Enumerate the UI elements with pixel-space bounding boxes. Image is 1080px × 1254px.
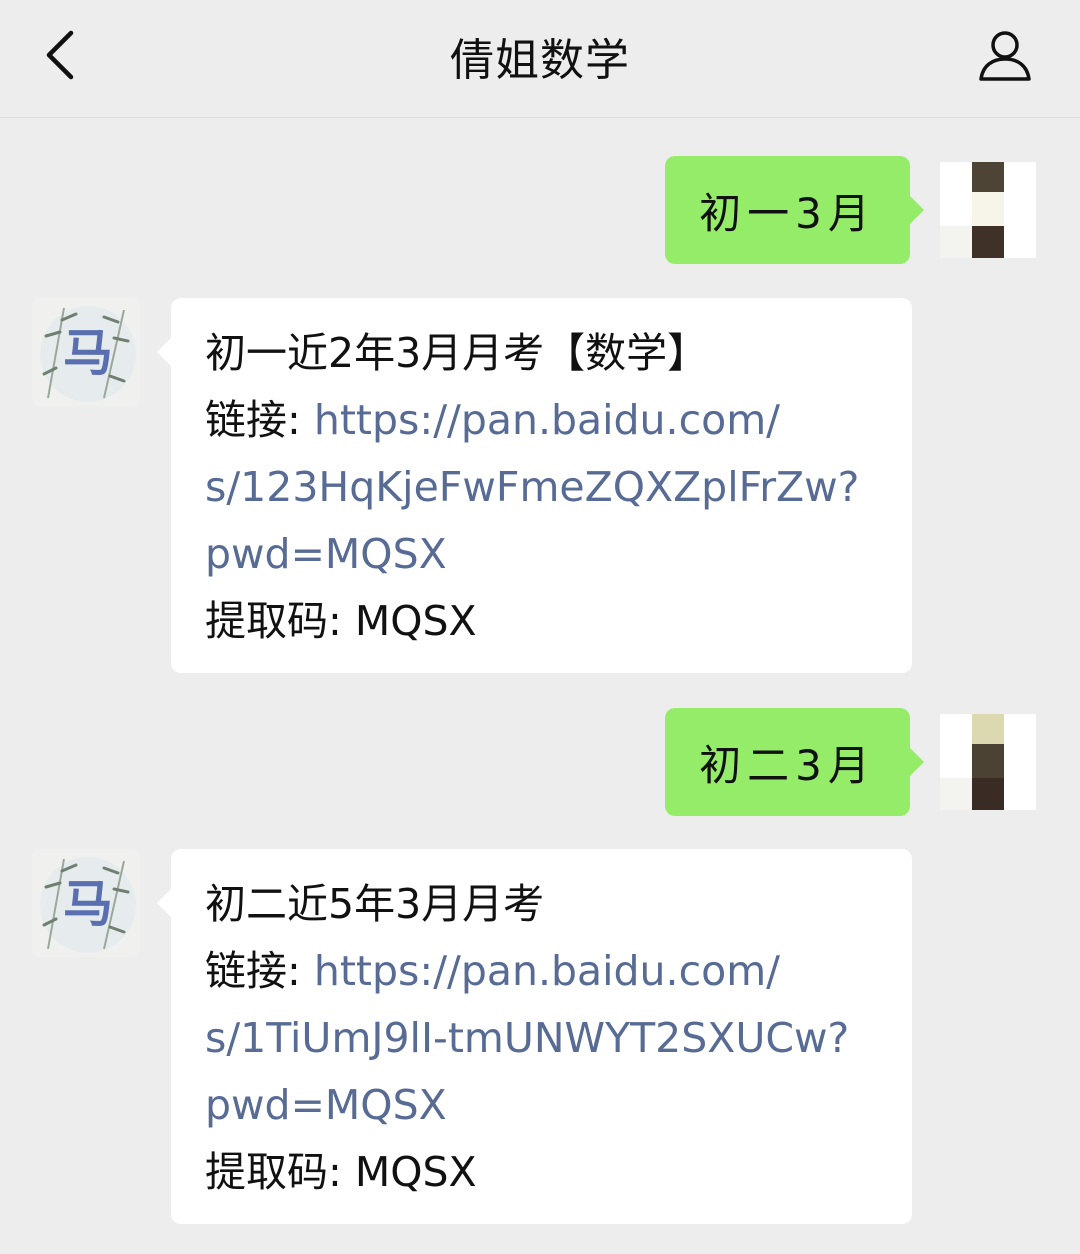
bamboo-avatar-image: 马 <box>32 849 140 957</box>
share-link-part[interactable]: pwd=MQSX <box>205 521 892 588</box>
avatar-glyph: 马 <box>63 874 113 933</box>
link-line: 链接: https://pan.baidu.com/ <box>205 387 892 454</box>
message-title: 初二近5年3月月考 <box>205 880 545 928</box>
share-link-part[interactable]: pwd=MQSX <box>205 1072 892 1139</box>
self-avatar[interactable] <box>940 714 1036 810</box>
message-title: 初一近2年3月月考【数学】 <box>205 329 709 377</box>
extraction-code: 提取码: MQSX <box>205 597 477 645</box>
chevron-left-icon <box>46 30 74 80</box>
share-link-part[interactable]: s/123HqKjeFwFmeZQXZplFrZw? <box>205 454 892 521</box>
top-bar: 倩姐数学 <box>0 0 1080 118</box>
bamboo-avatar-image: 马 <box>32 298 140 406</box>
received-message-bubble[interactable]: 初二近5年3月月考 链接: https://pan.baidu.com/ s/1… <box>157 849 912 1224</box>
back-button[interactable] <box>30 20 90 90</box>
self-avatar[interactable] <box>940 162 1036 258</box>
message-text: 初一3月 <box>699 188 876 238</box>
chat-screen: 倩姐数学 初一3月 马 初一近2年3月月考【数学】 链接: https://pa… <box>0 0 1080 1254</box>
avatar-glyph: 马 <box>63 323 113 382</box>
self-avatar-image <box>940 714 1036 810</box>
person-icon <box>979 31 1031 81</box>
sent-message-bubble[interactable]: 初二3月 <box>665 708 924 816</box>
contact-avatar[interactable]: 马 <box>32 849 140 957</box>
share-link-part[interactable]: https://pan.baidu.com/ <box>314 396 780 444</box>
extraction-code: 提取码: MQSX <box>205 1148 477 1196</box>
self-avatar-image <box>940 162 1036 258</box>
sent-message-bubble[interactable]: 初一3月 <box>665 156 924 264</box>
received-message-bubble[interactable]: 初一近2年3月月考【数学】 链接: https://pan.baidu.com/… <box>157 298 912 673</box>
profile-button[interactable] <box>972 22 1038 88</box>
link-line: 链接: https://pan.baidu.com/ <box>205 938 892 1005</box>
share-link-part[interactable]: https://pan.baidu.com/ <box>314 947 780 995</box>
contact-avatar[interactable]: 马 <box>32 298 140 406</box>
link-label: 链接: <box>205 396 314 444</box>
message-text: 初二3月 <box>699 740 876 790</box>
link-label: 链接: <box>205 947 314 995</box>
chat-title: 倩姐数学 <box>450 35 630 86</box>
share-link-part[interactable]: s/1TiUmJ9lI-tmUNWYT2SXUCw? <box>205 1005 892 1072</box>
